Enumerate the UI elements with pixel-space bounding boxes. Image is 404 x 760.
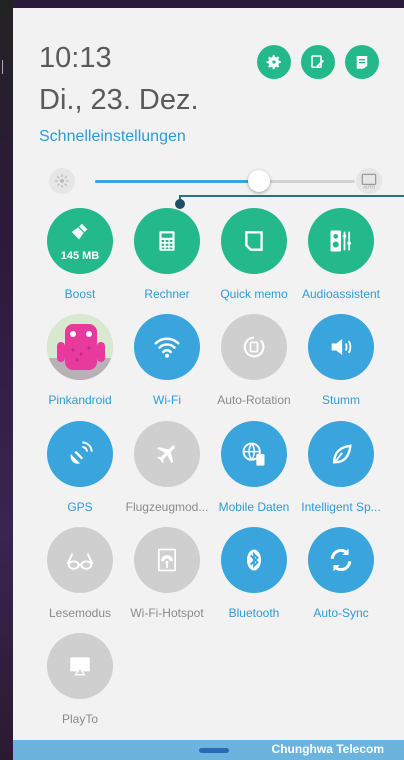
- clock-time: 10:13: [39, 42, 112, 74]
- tile-auto-sync[interactable]: Auto-Sync: [296, 527, 386, 637]
- notes-icon[interactable]: [345, 45, 379, 79]
- pink-android-avatar[interactable]: [47, 314, 113, 380]
- bottom-bar[interactable]: Chunghwa Telecom: [13, 740, 404, 760]
- tile-label: Audioassistent: [301, 287, 381, 301]
- tile-label: Intelligent Sp...: [301, 500, 381, 514]
- tile-label: Auto-Sync: [313, 606, 369, 620]
- tile-boost[interactable]: 145 MB Boost: [35, 208, 125, 318]
- brightness-slider-fill: [95, 180, 259, 183]
- quick-settings-title[interactable]: Schnelleinstellungen: [39, 128, 186, 146]
- tile-label: PlayTo: [61, 712, 99, 726]
- hotspot-icon[interactable]: [134, 527, 200, 593]
- tile-mobile-daten[interactable]: Mobile Daten: [209, 421, 299, 531]
- auto-brightness-label: AUTO: [363, 185, 375, 190]
- auto-brightness-icon[interactable]: AUTO: [356, 168, 382, 194]
- tile-pinkandroid[interactable]: Pinkandroid: [35, 314, 125, 424]
- vibrate-icon[interactable]: [308, 314, 374, 380]
- drag-handle[interactable]: [199, 748, 229, 753]
- carrier-name: Chunghwa Telecom: [271, 742, 384, 756]
- audio-mixer-icon[interactable]: [308, 208, 374, 274]
- tile-auto-rotation[interactable]: Auto-Rotation: [209, 314, 299, 424]
- callout-line: [179, 195, 404, 197]
- boost-memory-badge: 145 MB: [60, 250, 100, 262]
- brightness-slider-track[interactable]: [95, 170, 355, 192]
- tile-wi-fi-hotspot[interactable]: Wi-Fi-Hotspot: [122, 527, 212, 637]
- clock-date: Di., 23. Dez.: [39, 84, 199, 116]
- tile-lesemodus[interactable]: Lesemodus: [35, 527, 125, 637]
- mobile-data-icon[interactable]: [221, 421, 287, 487]
- rotation-icon[interactable]: [221, 314, 287, 380]
- bluetooth-icon[interactable]: [221, 527, 287, 593]
- tile-wi-fi[interactable]: Wi-Fi: [122, 314, 212, 424]
- memo-icon[interactable]: [221, 208, 287, 274]
- brightness-sun-icon: [49, 168, 75, 194]
- tile-label: Stumm: [321, 393, 360, 407]
- wifi-icon[interactable]: [134, 314, 200, 380]
- brightness-slider-thumb[interactable]: [247, 170, 270, 192]
- edit-icon[interactable]: [301, 45, 335, 79]
- left-edge: [0, 0, 13, 760]
- tile-gps[interactable]: GPS: [35, 421, 125, 531]
- airplane-icon[interactable]: [134, 421, 200, 487]
- tile-quick-memo[interactable]: Quick memo: [209, 208, 299, 318]
- brightness-control[interactable]: AUTO: [49, 166, 382, 196]
- tile-stumm[interactable]: Stumm: [296, 314, 386, 424]
- edge-mark: [2, 60, 9, 74]
- tile-playto[interactable]: PlayTo: [35, 633, 125, 743]
- sync-icon[interactable]: [308, 527, 374, 593]
- tile-intelligent-sp[interactable]: Intelligent Sp...: [296, 421, 386, 531]
- gps-icon[interactable]: [47, 421, 113, 487]
- settings-icon[interactable]: [257, 45, 291, 79]
- tile-flugzeugmod[interactable]: Flugzeugmod...: [122, 421, 212, 531]
- leaf-icon[interactable]: [308, 421, 374, 487]
- calculator-icon[interactable]: [134, 208, 200, 274]
- glasses-icon[interactable]: [47, 527, 113, 593]
- playto-icon[interactable]: [47, 633, 113, 699]
- tile-bluetooth[interactable]: Bluetooth: [209, 527, 299, 637]
- notification-panel: 10:13 Di., 23. Dez. Schnelleinstellungen…: [13, 8, 404, 760]
- tile-rechner[interactable]: Rechner: [122, 208, 212, 318]
- tile-audioassistent[interactable]: Audioassistent: [296, 208, 386, 318]
- broom-icon[interactable]: 145 MB: [47, 208, 113, 274]
